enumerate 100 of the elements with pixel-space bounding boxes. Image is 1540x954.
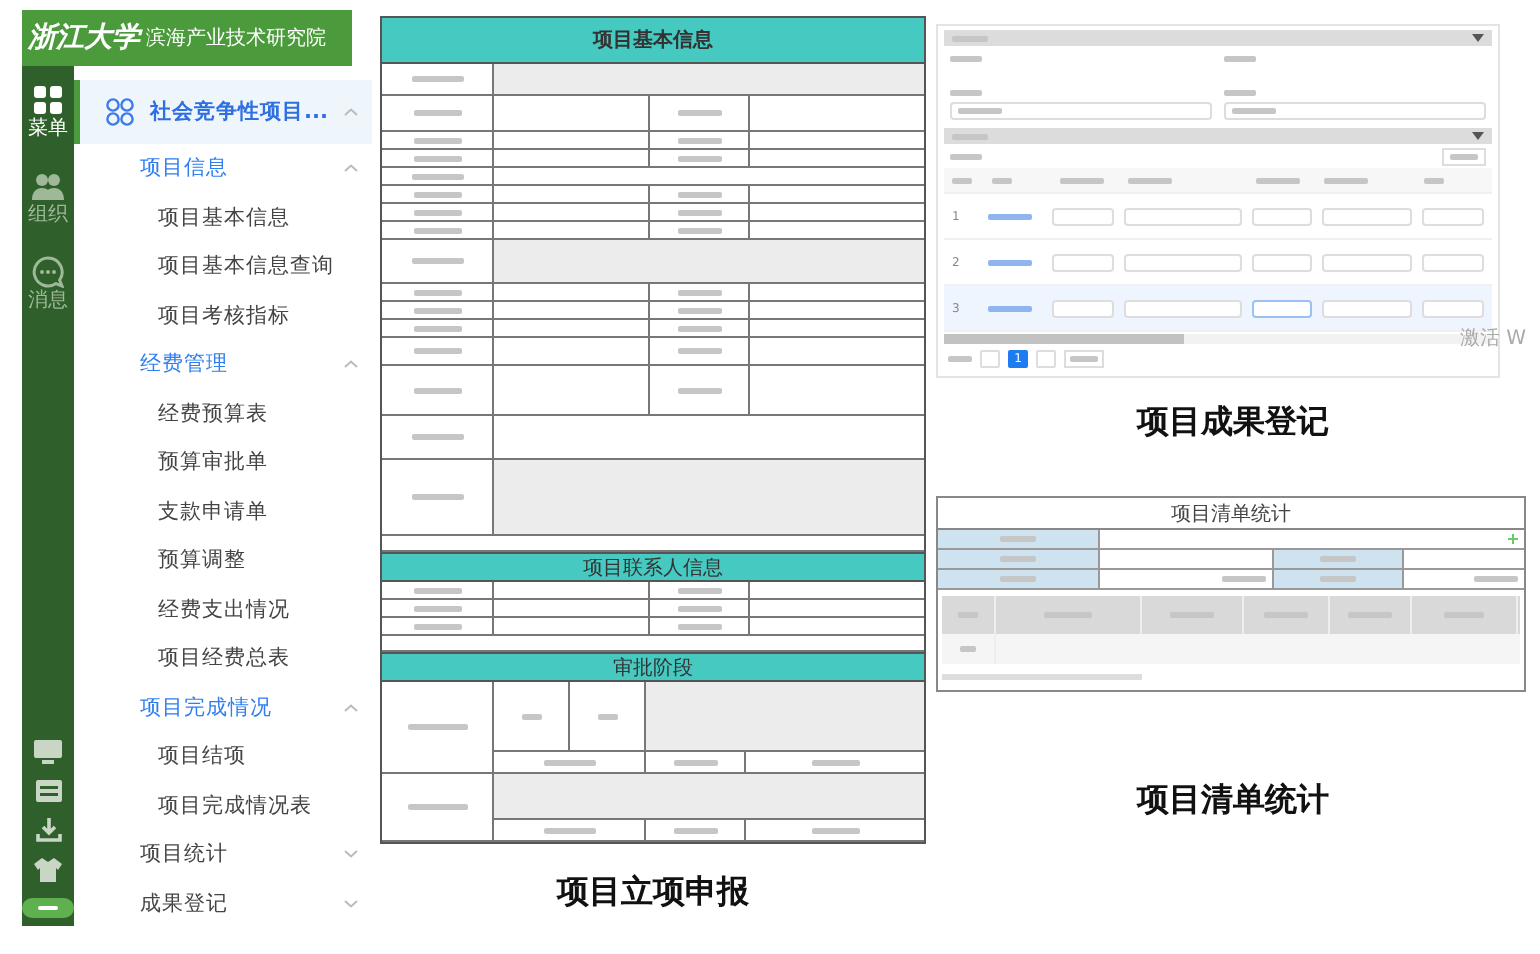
figure-caption: 项目成果登记 (1134, 402, 1331, 444)
triangle-down-icon (1472, 132, 1484, 140)
illegible-text (673, 759, 717, 765)
illegible-text (677, 348, 721, 354)
figure-caption: 项目立项申报 (554, 872, 751, 914)
chevron-down-icon (343, 899, 358, 908)
menu-item[interactable]: 项目结项 (74, 732, 372, 781)
menu-item[interactable]: 预算调整 (74, 536, 372, 585)
menu-group[interactable]: 项目信息 (74, 144, 372, 193)
scroll-thumb[interactable] (942, 674, 1142, 680)
toggle-switch[interactable] (22, 898, 74, 918)
illegible-text (950, 56, 982, 62)
illegible-text (413, 387, 461, 393)
menu-item[interactable]: 经费支出情况 (74, 585, 372, 634)
illegible-text (1474, 576, 1518, 582)
illegible-text (677, 387, 721, 393)
shirt-icon[interactable] (34, 858, 62, 882)
input-field[interactable] (1251, 299, 1313, 317)
chevron-down-icon (343, 850, 358, 859)
input-field[interactable] (1123, 253, 1242, 271)
illegible-text (411, 258, 463, 264)
menu-item[interactable]: 经费预算表 (74, 389, 372, 438)
illegible-text (677, 307, 721, 313)
illegible-text (413, 155, 461, 161)
illegible-text (411, 76, 463, 82)
next-page-button[interactable] (1036, 349, 1056, 367)
illegible-text (1222, 576, 1266, 582)
rail-menu-item[interactable]: 组织 (28, 170, 68, 226)
illegible-text (1128, 177, 1172, 183)
input-field[interactable] (1251, 207, 1313, 225)
illegible-text (1000, 576, 1036, 582)
chevron-up-icon (343, 703, 358, 712)
menu-item[interactable]: 预算审批单 (74, 438, 372, 487)
illegible-text (1060, 177, 1104, 183)
input-field[interactable] (1052, 207, 1114, 225)
illegible-text (411, 434, 463, 440)
previous-page-button[interactable] (980, 349, 1000, 367)
input-field[interactable] (1422, 253, 1484, 271)
input-field[interactable] (1322, 253, 1413, 271)
illegible-text (811, 827, 859, 833)
menu-group[interactable]: 经费管理 (74, 340, 372, 389)
rail-menu-item[interactable]: 消息 (28, 256, 68, 312)
input-field[interactable] (1224, 102, 1486, 120)
menu-item[interactable]: 项目完成情况表 (74, 781, 372, 830)
illegible-text (1320, 576, 1356, 582)
menu-item[interactable]: 项目基本信息 (74, 193, 372, 242)
triangle-down-icon (1472, 34, 1484, 42)
input-field[interactable] (1422, 299, 1484, 317)
illegible-text (413, 110, 461, 116)
menu-item[interactable]: 项目基本信息查询 (74, 242, 372, 291)
rail-menu-item[interactable]: 菜单 (28, 84, 68, 140)
menu-item[interactable]: 支款申请单 (74, 487, 372, 536)
input-field[interactable] (1422, 207, 1484, 225)
illegible-text (677, 137, 721, 143)
menu-group[interactable]: 项目统计 (74, 830, 372, 879)
illegible-text (988, 305, 1033, 311)
illegible-text (1070, 355, 1098, 361)
page-size-select[interactable] (1064, 349, 1104, 367)
input-field[interactable] (1322, 207, 1413, 225)
input-field[interactable] (1123, 207, 1242, 225)
menu-group[interactable]: 项目完成情况 (74, 683, 372, 732)
illegible-text (411, 494, 463, 500)
monitor-icon[interactable] (34, 740, 62, 764)
institute-title: 滨海产业技术研究院 (146, 25, 326, 52)
people-icon (32, 170, 64, 202)
illegible-text (1232, 108, 1276, 114)
illegible-text (407, 804, 467, 810)
illegible-text (407, 724, 467, 730)
menu-item[interactable]: 项目经费总表 (74, 634, 372, 683)
download-icon[interactable] (35, 818, 61, 842)
illegible-text (1324, 177, 1368, 183)
input-field[interactable] (1322, 299, 1413, 317)
illegible-text (1224, 56, 1256, 62)
input-field[interactable] (1123, 299, 1242, 317)
illegible-text (413, 325, 461, 331)
illegible-text (1256, 177, 1300, 183)
four-circles-icon (106, 98, 134, 126)
illegible-text (413, 137, 461, 143)
illegible-text (543, 759, 595, 765)
menu-group[interactable]: 成果登记 (74, 879, 372, 928)
university-logo-text: 浙江大学 (28, 20, 140, 56)
illegible-text (597, 713, 617, 719)
illegible-text (1224, 90, 1256, 96)
illegible-text (950, 153, 982, 159)
input-field[interactable] (1052, 253, 1114, 271)
list-icon[interactable] (35, 780, 61, 802)
menu-item[interactable]: 社会竞争性项目... (74, 80, 372, 144)
add-button[interactable] (1442, 147, 1486, 165)
illegible-text (948, 355, 972, 361)
input-field[interactable] (1251, 253, 1313, 271)
scroll-thumb[interactable] (944, 334, 1184, 344)
illegible-text (1000, 536, 1036, 542)
illegible-text (413, 587, 461, 593)
illegible-text (413, 191, 461, 197)
input-field[interactable] (950, 102, 1212, 120)
input-field[interactable] (1052, 299, 1114, 317)
illegible-text (1320, 556, 1356, 562)
chevron-up-icon (343, 360, 358, 369)
menu-item[interactable]: 项目考核指标 (74, 291, 372, 340)
chevron-up-icon (343, 108, 358, 116)
